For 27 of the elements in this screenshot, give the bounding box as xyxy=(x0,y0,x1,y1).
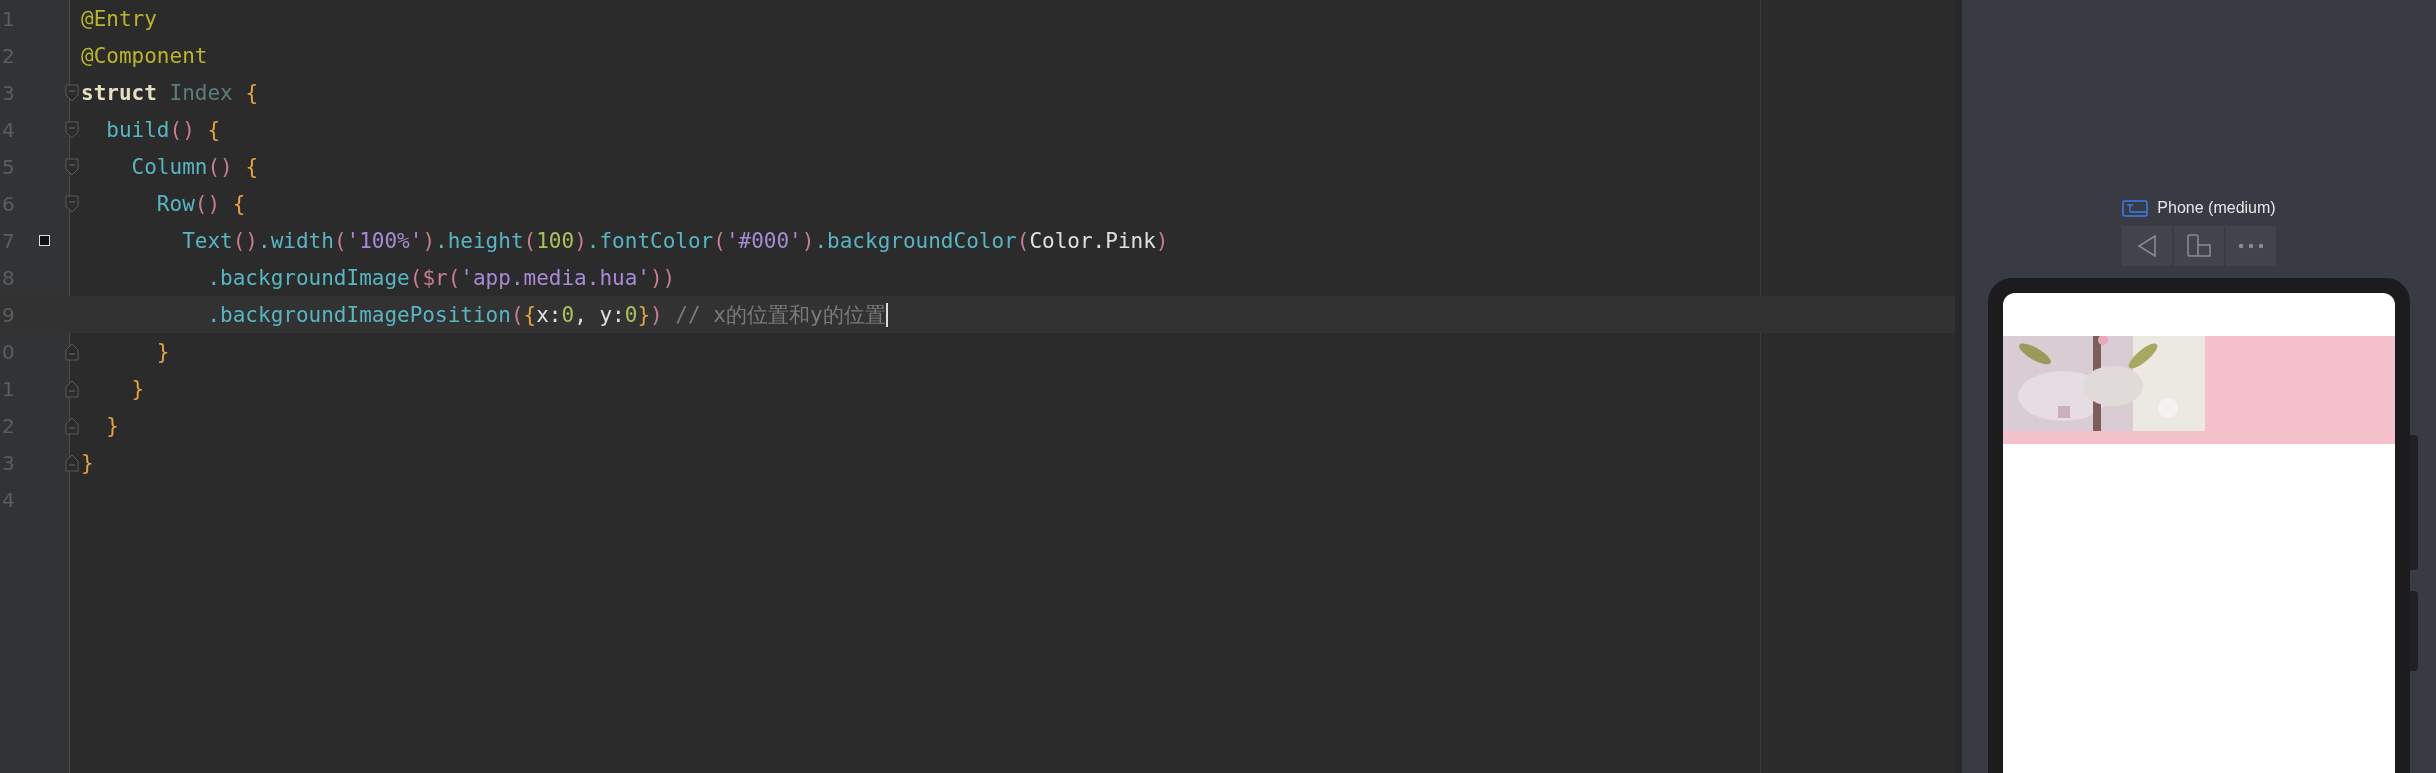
code-line: } xyxy=(81,450,94,475)
code-line: Row() { xyxy=(155,191,246,216)
code-line: build() { xyxy=(105,117,221,142)
back-icon xyxy=(2137,235,2157,257)
more-icon xyxy=(2238,243,2264,249)
code-line: } xyxy=(155,339,170,364)
rotate-button[interactable] xyxy=(2174,226,2224,266)
code-line: Column() { xyxy=(130,154,259,179)
code-line: } xyxy=(130,376,145,401)
code-line: } xyxy=(105,413,119,438)
device-name: Phone (medium) xyxy=(2157,199,2276,217)
back-button[interactable] xyxy=(2122,226,2172,266)
bookmark-icon[interactable] xyxy=(38,235,50,246)
more-button[interactable] xyxy=(2226,226,2276,266)
code-line: .backgroundImage($r('app.media.hua')) xyxy=(206,265,676,290)
fold-icon[interactable] xyxy=(64,194,79,213)
code-line: @Entry xyxy=(81,6,157,31)
fold-icon[interactable] xyxy=(64,120,79,139)
code-line: .backgroundImagePosition({x:0, y:0}) // x的位置和y的位置 xyxy=(206,301,886,329)
device-icon xyxy=(2122,199,2149,217)
fold-icon[interactable] xyxy=(64,157,79,176)
fold-icon[interactable] xyxy=(64,83,79,102)
code-line: @Component xyxy=(81,43,208,68)
code-line: Text().width('100%').height(100).fontColor('#000').backgroundColor(Color.Pink) xyxy=(181,228,1169,253)
code-line: struct Index { xyxy=(81,80,259,105)
text-caret xyxy=(885,302,888,327)
rotate-icon xyxy=(2186,234,2212,258)
